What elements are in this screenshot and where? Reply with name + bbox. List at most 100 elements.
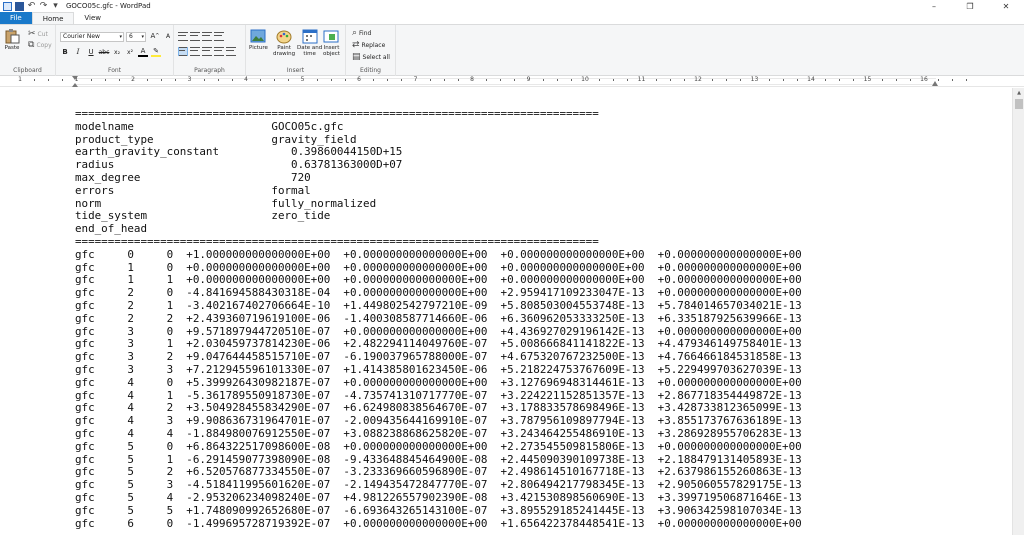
font-family-select[interactable]: Courier New ▾ xyxy=(60,32,124,42)
ruler-number: 3 xyxy=(187,76,192,83)
scroll-thumb[interactable] xyxy=(1015,99,1023,109)
ruler-number: 2 xyxy=(131,76,135,83)
replace-button[interactable]: ⇄ Replace xyxy=(352,41,385,50)
font-size-select[interactable]: 6 ▾ xyxy=(126,32,146,42)
ribbon: Paste ✂ Cut ⧉ Copy Clipboard Courier New… xyxy=(0,24,1024,76)
select-all-icon: ▤ xyxy=(352,52,361,62)
clipboard-group-label: Clipboard xyxy=(13,67,42,74)
subscript-button[interactable]: x₂ xyxy=(112,47,122,57)
paint-drawing-button[interactable]: Paint drawing xyxy=(273,28,295,57)
document-area[interactable]: ========================================… xyxy=(0,88,1012,535)
ruler-tick xyxy=(161,79,163,81)
restore-button[interactable]: ❐ xyxy=(952,0,988,12)
ribbon-tabs: File Home View xyxy=(0,12,1024,24)
document-line: gfc 5 4 -2.953206234098240E-07 +4.981226… xyxy=(75,490,802,504)
redo-icon[interactable]: ↷ xyxy=(39,1,48,11)
document-line: gfc 6 0 -1.499695728719392E-07 +0.000000… xyxy=(75,516,802,530)
clipboard-group: Paste ✂ Cut ⧉ Copy Clipboard xyxy=(0,25,56,76)
grow-font-icon[interactable]: A ^ xyxy=(150,31,160,41)
select-all-button[interactable]: ▤ Select all xyxy=(352,53,390,62)
list-icon[interactable] xyxy=(202,32,212,41)
ruler-number: 6 xyxy=(357,76,361,83)
line-spacing-icon[interactable] xyxy=(214,32,224,41)
align-left-icon[interactable] xyxy=(178,47,188,56)
ruler-tick xyxy=(768,79,770,81)
ruler-number: 11 xyxy=(637,76,646,83)
date-time-button[interactable]: Date and time xyxy=(297,28,322,57)
vertical-scrollbar[interactable]: ▲ xyxy=(1012,88,1024,535)
document-text[interactable]: ========================================… xyxy=(75,107,802,530)
scroll-up-arrow-icon[interactable]: ▲ xyxy=(1013,88,1024,98)
ruler-tick xyxy=(401,79,403,81)
document-line: ========================================… xyxy=(75,234,599,248)
paragraph-group-label: Paragraph xyxy=(194,67,225,74)
ruler-tick xyxy=(669,79,671,81)
ruler-tick xyxy=(895,79,897,81)
right-indent-marker[interactable] xyxy=(932,81,938,86)
text-color-button[interactable]: A xyxy=(138,47,148,57)
ruler-number: 9 xyxy=(526,76,531,83)
shrink-font-icon[interactable]: A xyxy=(163,31,173,41)
ruler-tick xyxy=(909,79,911,81)
paragraph-dialog-icon[interactable] xyxy=(226,47,236,56)
highlight-button[interactable]: ✎ xyxy=(151,47,161,57)
ruler-tick xyxy=(740,79,742,81)
bold-button[interactable]: B xyxy=(60,47,70,57)
tab-view[interactable]: View xyxy=(74,12,111,24)
paint-drawing-label-2: drawing xyxy=(273,51,296,57)
ruler-tick xyxy=(274,79,276,81)
copy-button[interactable]: ⧉ Copy xyxy=(28,41,52,50)
wordpad-app-icon xyxy=(3,1,12,11)
align-center-icon[interactable] xyxy=(190,47,200,56)
ruler-number: 13 xyxy=(750,76,759,83)
picture-button[interactable]: Picture xyxy=(249,28,268,51)
replace-icon: ⇄ xyxy=(352,40,360,50)
ruler[interactable]: 1 1 2 3 4 5 6 7 8 9 10 11 12 13 14 15 16 xyxy=(0,76,1024,87)
calendar-icon xyxy=(302,29,318,44)
paragraph-group: Paragraph xyxy=(174,25,246,76)
picture-icon xyxy=(250,29,266,43)
tab-home[interactable]: Home xyxy=(31,12,75,24)
ruler-tick xyxy=(330,79,332,81)
insert-group: Picture Paint drawing Date and time Inse… xyxy=(246,25,346,76)
italic-button[interactable]: I xyxy=(73,47,83,57)
insert-object-button[interactable]: Insert object xyxy=(323,28,340,57)
paste-button[interactable]: Paste xyxy=(4,28,20,51)
font-group: Courier New ▾ 6 ▾ A ^ A B I U abc x₂ x² A ✎… xyxy=(56,25,174,76)
ruler-tick xyxy=(90,79,92,81)
tab-file[interactable]: File xyxy=(0,12,32,24)
left-indent-marker[interactable] xyxy=(72,76,79,87)
ruler-tick xyxy=(217,79,219,81)
ruler-number: 16 xyxy=(920,76,928,83)
minimize-button[interactable]: – xyxy=(916,0,952,12)
justify-icon[interactable] xyxy=(214,47,224,56)
ruler-tick xyxy=(570,79,572,81)
document-line: gfc 3 3 +7.212945596101330E-07 +1.414385… xyxy=(75,362,802,376)
ruler-tick xyxy=(118,79,120,81)
document-line: max_degree 720 xyxy=(75,170,311,184)
font-format-buttons: B I U abc x₂ x² A ✎ xyxy=(60,47,161,57)
close-button[interactable]: ✕ xyxy=(988,0,1024,12)
strikethrough-button[interactable]: abc xyxy=(99,47,110,57)
save-icon[interactable] xyxy=(15,1,24,11)
paragraph-top-buttons xyxy=(178,32,224,41)
ruler-tick xyxy=(443,79,445,81)
ruler-tick xyxy=(613,79,615,81)
find-button[interactable]: ⌕ Find xyxy=(352,29,371,38)
document-line: tide_system zero_tide xyxy=(75,209,331,223)
decrease-indent-icon[interactable] xyxy=(178,32,188,41)
copy-label: Copy xyxy=(36,42,52,49)
superscript-button[interactable]: x² xyxy=(125,47,135,57)
align-right-icon[interactable] xyxy=(202,47,212,56)
customize-toolbar-icon[interactable]: ▾ xyxy=(51,1,60,11)
ruler-number: 15 xyxy=(863,76,872,83)
binoculars-icon: ⌕ xyxy=(352,28,358,38)
cut-button[interactable]: ✂ Cut xyxy=(28,30,48,39)
insert-group-label: Insert xyxy=(286,67,305,74)
find-label: Find xyxy=(359,30,372,37)
increase-indent-icon[interactable] xyxy=(190,32,200,41)
font-size-buttons: A ^ A xyxy=(150,31,173,41)
font-group-label: Font xyxy=(107,67,122,74)
underline-button[interactable]: U xyxy=(86,47,96,57)
undo-icon[interactable]: ↶ xyxy=(27,1,36,11)
